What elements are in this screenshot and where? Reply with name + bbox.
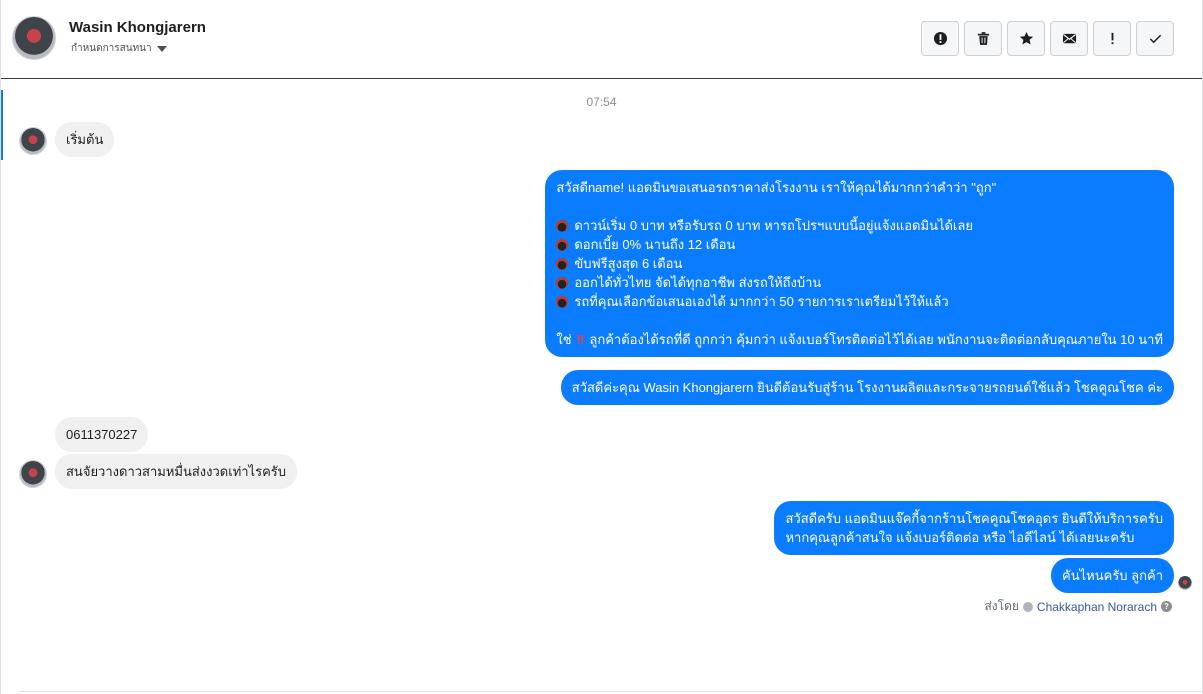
car-emoji-icon: [556, 295, 569, 308]
customer-avatar: [19, 460, 47, 488]
conversation-schedule-dropdown[interactable]: กำหนดการสนทนา: [71, 41, 167, 56]
sent-by-info: ส่งโดย Chakkaphan Norarach ?: [984, 597, 1172, 616]
car-emoji-icon: [556, 276, 569, 289]
conversation-header: Wasin Khongjarern กำหนดการสนทนา: [1, 0, 1202, 79]
incoming-message: 0611370227: [55, 417, 149, 452]
incoming-message: เริ่มต้น: [55, 122, 115, 157]
mark-done-button[interactable]: [1136, 21, 1174, 56]
incoming-message: สนจัยวางดาวสามหมื่นส่งงวดเท่าไรครับ: [55, 454, 298, 489]
mark-spam-button[interactable]: [921, 21, 959, 56]
customer-avatar: [19, 127, 47, 155]
message-timestamp: 07:54: [586, 95, 617, 109]
sent-by-name[interactable]: Chakkaphan Norarach: [1037, 600, 1157, 614]
composer-divider: [19, 691, 1202, 692]
promo-item: ขับฟรีสูงสุด 6 เดือน: [574, 256, 683, 271]
car-emoji-icon: [556, 257, 569, 270]
conversation-panel: Wasin Khongjarern กำหนดการสนทนา 07:54 เร…: [0, 0, 1203, 694]
double-exclamation-icon: ‼: [576, 332, 585, 347]
delete-button[interactable]: [964, 21, 1002, 56]
promo-item: ดาวน์เริ่ม 0 บาท หรือรับรถ 0 บาท หารถโปร…: [574, 218, 973, 233]
star-icon: [1019, 31, 1033, 45]
conversation-schedule-label: กำหนดการสนทนา: [71, 43, 152, 54]
promo-item: รถที่คุณเลือกข้อเสนอเองได้ มากกว่า 50 รา…: [574, 294, 949, 309]
trash-icon: [977, 32, 989, 45]
caret-down-icon: [156, 45, 167, 52]
promo-intro: สวัสดีname! แอดมินขอเสนอรถราคาส่งโรงงาน …: [556, 180, 997, 195]
reply-line: สวัสดีครับ แอดมินแจ๊คกี้จากร้านโชคคูณโชค…: [785, 511, 1163, 526]
outgoing-message: คันไหนครับ ลูกค้า: [1051, 558, 1174, 593]
outgoing-message: สวัสดีครับ แอดมินแจ๊คกี้จากร้านโชคคูณโชค…: [774, 501, 1174, 555]
reply-line: หากคุณลูกค้าสนใจ แจ้งเบอร์ติดต่อ หรือ ไอ…: [785, 530, 1135, 545]
outgoing-message: สวัสดีname! แอดมินขอเสนอรถราคาส่งโรงงาน …: [545, 170, 1174, 357]
car-emoji-icon: [556, 238, 569, 251]
envelope-icon: [1062, 33, 1076, 44]
star-button[interactable]: [1007, 21, 1045, 56]
contact-name[interactable]: Wasin Khongjarern: [69, 19, 206, 36]
header-actions: [921, 21, 1174, 56]
outgoing-message: สวัสดีค่ะคุณ Wasin Khongjarern ยินดีต้อน…: [560, 370, 1174, 405]
promo-item: ดอกเบี้ย 0% นานถึง 12 เดือน: [574, 237, 736, 252]
check-icon: [1149, 34, 1161, 44]
seen-avatar: [1178, 576, 1192, 590]
promo-footer-prefix: ใช่: [556, 332, 572, 347]
help-icon[interactable]: ?: [1161, 601, 1172, 612]
verified-icon: [1022, 601, 1033, 612]
exclamation-icon: [1111, 32, 1113, 45]
promo-item: ออกได้ทั่วไทย จัดได้ทุกอาชีพ ส่งรถให้ถึง…: [574, 275, 822, 290]
sent-by-label: ส่งโดย: [984, 599, 1019, 613]
promo-footer-text: ลูกค้าต้องได้รถที่ดี ถูกกว่า คุ้มกว่า แจ…: [589, 332, 1163, 347]
mark-unread-button[interactable]: [1050, 21, 1088, 56]
contact-avatar[interactable]: [12, 16, 56, 60]
car-emoji-icon: [556, 219, 569, 232]
alert-circle-icon: [933, 31, 947, 46]
important-button[interactable]: [1093, 21, 1131, 56]
